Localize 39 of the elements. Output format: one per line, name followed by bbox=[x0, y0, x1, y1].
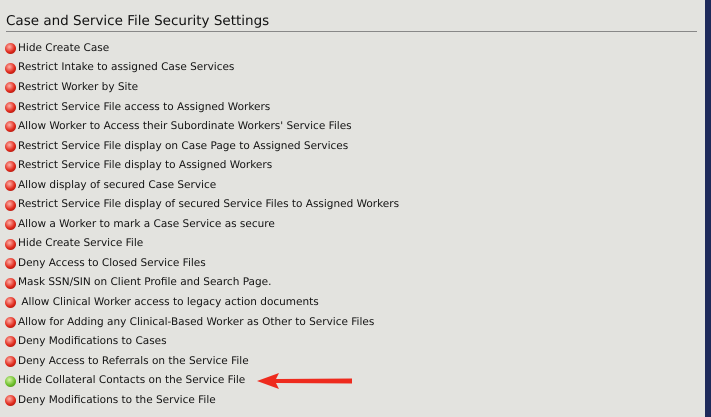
status-dot[interactable] bbox=[5, 102, 16, 113]
status-dot[interactable] bbox=[5, 180, 16, 192]
setting-label: Deny Access to Closed Service Files bbox=[18, 256, 206, 271]
status-dot[interactable] bbox=[5, 356, 16, 368]
setting-label: Allow Worker to Access their Subordinate Workers' Service Files bbox=[18, 119, 352, 134]
status-dot[interactable] bbox=[5, 297, 16, 308]
setting-label: Deny Modifications to Cases bbox=[18, 334, 167, 350]
status-dot[interactable] bbox=[5, 278, 16, 289]
setting-label: Restrict Service File display to Assigned Workers bbox=[18, 158, 272, 174]
setting-label: Deny Access to Referrals on the Service File bbox=[18, 354, 249, 369]
setting-label: Restrict Service File display on Case Page to Assigned Services bbox=[18, 138, 348, 154]
setting-label: Hide Create Case bbox=[18, 40, 110, 56]
setting-label: Deny Modifications to the Service File bbox=[18, 392, 216, 408]
setting-label: Restrict Worker by Site bbox=[18, 80, 138, 95]
status-dot[interactable] bbox=[5, 62, 16, 74]
status-dot[interactable] bbox=[5, 395, 16, 406]
status-dot[interactable] bbox=[5, 43, 16, 54]
setting-label: Allow Clinical Worker access to legacy action documents bbox=[20, 295, 319, 310]
setting-label: Restrict Service File display of secured Service Files to Assigned Workers bbox=[18, 197, 400, 212]
status-dot[interactable] bbox=[5, 258, 16, 270]
status-dot[interactable] bbox=[5, 200, 16, 211]
status-dot[interactable] bbox=[5, 121, 16, 132]
status-dot[interactable] bbox=[5, 336, 16, 348]
setting-label: Hide Collateral Contacts on the Service File bbox=[18, 373, 246, 388]
status-dot[interactable] bbox=[5, 160, 16, 172]
status-dot[interactable] bbox=[5, 316, 16, 328]
setting-label: Allow for Adding any Clinical-Based Worker as Other to Service Files bbox=[18, 314, 374, 330]
status-dot[interactable] bbox=[5, 376, 16, 387]
status-dot[interactable] bbox=[5, 238, 16, 250]
setting-label: Restrict Intake to assigned Case Services bbox=[18, 60, 234, 76]
status-dot[interactable] bbox=[5, 141, 16, 152]
section-title: Case and Service File Security Settings bbox=[6, 13, 697, 32]
status-dot[interactable] bbox=[5, 82, 16, 94]
status-dot[interactable] bbox=[5, 219, 16, 230]
setting-label: Restrict Service File access to Assigned Workers bbox=[18, 100, 270, 115]
setting-label: Allow a Worker to mark a Case Service as secure bbox=[18, 216, 275, 232]
setting-label: Mask SSN/SIN on Client Profile and Search Page. bbox=[18, 275, 272, 290]
setting-label: Hide Create Service File bbox=[18, 236, 144, 252]
setting-label: Allow display of secured Case Service bbox=[18, 178, 216, 193]
